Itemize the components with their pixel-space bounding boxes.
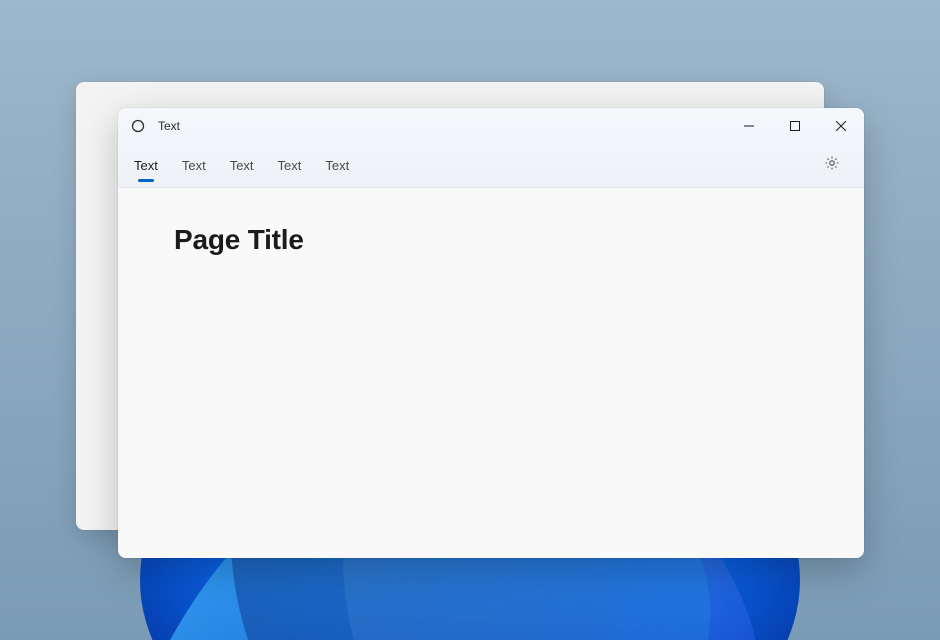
- titlebar[interactable]: Text: [118, 108, 864, 144]
- maximize-button[interactable]: [772, 108, 818, 144]
- tab-0[interactable]: Text: [134, 144, 158, 187]
- tab-label: Text: [278, 158, 302, 173]
- window-title: Text: [158, 119, 180, 133]
- content-area: Page Title: [118, 188, 864, 558]
- app-window: Text Text Text Text Text Text: [118, 108, 864, 558]
- gear-icon: [824, 155, 840, 176]
- tab-4[interactable]: Text: [325, 144, 349, 187]
- page-title: Page Title: [174, 224, 808, 256]
- minimize-button[interactable]: [726, 108, 772, 144]
- tab-label: Text: [230, 158, 254, 173]
- window-controls: [726, 108, 864, 144]
- tab-label: Text: [182, 158, 206, 173]
- close-button[interactable]: [818, 108, 864, 144]
- tab-2[interactable]: Text: [230, 144, 254, 187]
- app-icon: [130, 118, 146, 134]
- tab-label: Text: [325, 158, 349, 173]
- settings-button[interactable]: [816, 150, 848, 182]
- tab-3[interactable]: Text: [278, 144, 302, 187]
- tab-1[interactable]: Text: [182, 144, 206, 187]
- tab-label: Text: [134, 158, 158, 173]
- tab-strip: Text Text Text Text Text: [118, 144, 864, 188]
